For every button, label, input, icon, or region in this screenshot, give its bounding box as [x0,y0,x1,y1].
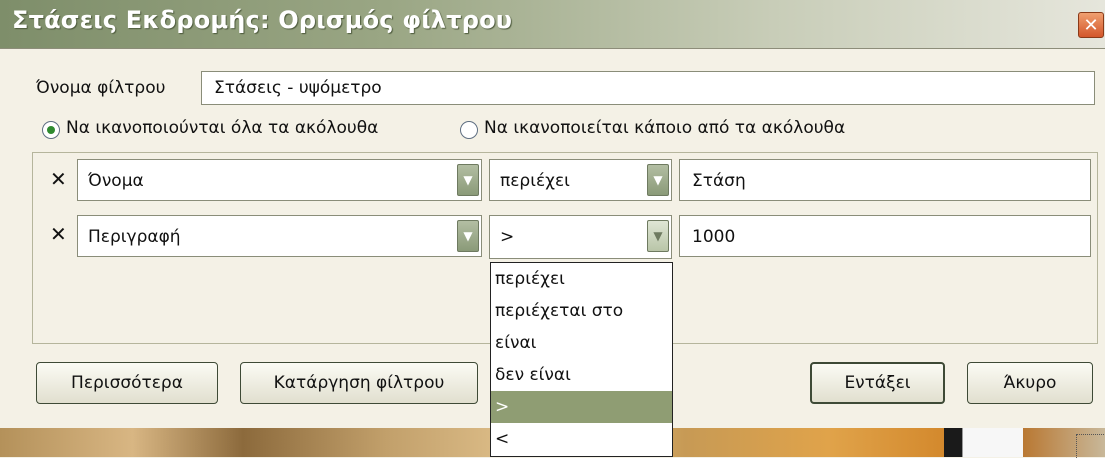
rule-2-value-input[interactable]: 1000 [679,215,1091,257]
rule-1-operator-select[interactable]: περιέχει ▼ [489,159,672,201]
chevron-down-icon[interactable]: ▼ [457,164,479,196]
dropdown-option[interactable]: περιέχει [491,263,672,295]
rule-2-field-value: Περιγραφή [88,227,181,247]
more-button[interactable]: Περισσότερα [36,362,218,404]
dropdown-option[interactable]: < [491,423,672,455]
radio-match-all[interactable] [42,121,60,139]
radio-match-all-label[interactable]: Να ικανοποιούνται όλα τα ακόλουθα [66,118,378,138]
chevron-down-icon[interactable]: ▼ [647,220,669,252]
dropdown-option-selected[interactable]: > [491,391,672,423]
dropdown-option[interactable]: είναι [491,327,672,359]
radio-match-any-label[interactable]: Να ικανοποιείται κάποιο από τα ακόλουθα [484,118,845,138]
title-bar: Στάσεις Εκδρομής: Ορισμός φίλτρου ✕ [0,0,1105,49]
chevron-down-icon[interactable]: ▼ [647,164,669,196]
rule-2-field-select[interactable]: Περιγραφή ▼ [77,215,482,257]
remove-rule-2-icon[interactable]: ✕ [50,222,67,246]
filter-name-label: Όνομα φίλτρου [36,78,166,98]
rule-1-operator-value: περιέχει [500,171,570,191]
ok-button[interactable]: Εντάξει [810,362,945,404]
radio-match-any[interactable] [460,121,478,139]
close-button[interactable]: ✕ [1078,12,1104,38]
rule-2-operator-select[interactable]: > ▼ [489,215,672,259]
cancel-button[interactable]: Άκυρο [967,362,1093,404]
remove-rule-1-icon[interactable]: ✕ [50,167,67,191]
background-dotted-corner [1076,434,1105,458]
rule-2-operator-value: > [500,227,515,247]
rule-1-field-select[interactable]: Όνομα ▼ [77,159,482,201]
chevron-down-icon[interactable]: ▼ [457,220,479,252]
rule-1-value-input[interactable]: Στάση [679,159,1091,201]
operator-dropdown-list[interactable]: περιέχει περιέχεται στο είναι δεν είναι … [490,262,673,457]
close-icon: ✕ [1083,15,1099,36]
remove-filter-button[interactable]: Κατάργηση φίλτρου [240,362,478,404]
background-panel [962,428,1023,457]
background-frame [944,428,962,457]
window-title: Στάσεις Εκδρομής: Ορισμός φίλτρου [12,6,513,34]
dropdown-option[interactable]: περιέχεται στο [491,295,672,327]
dropdown-option[interactable]: δεν είναι [491,359,672,391]
filter-name-input[interactable]: Στάσεις - υψόμετρο [201,71,1095,105]
rule-1-field-value: Όνομα [88,171,144,191]
